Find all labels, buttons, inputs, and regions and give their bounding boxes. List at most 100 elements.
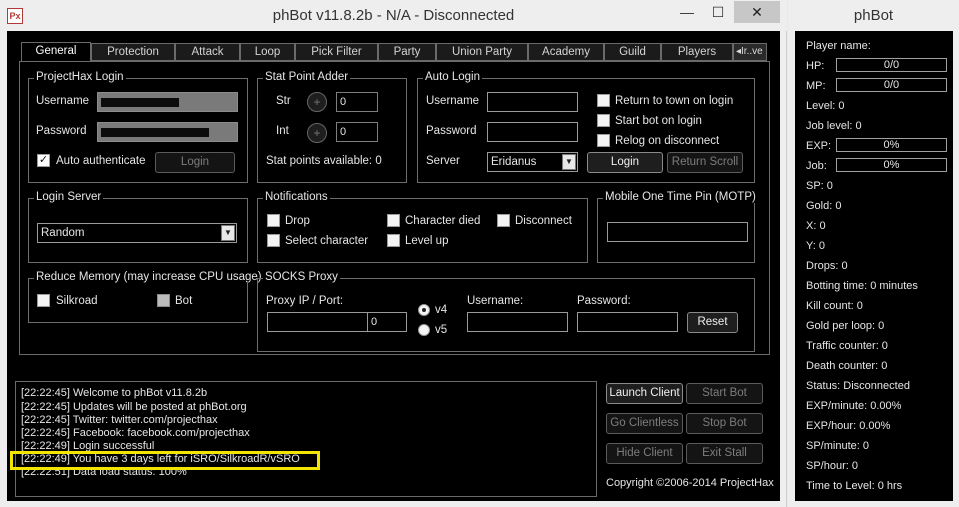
- str-plus-button[interactable]: +: [307, 92, 327, 112]
- sp-hour-stat: SP/hour: 0: [806, 460, 858, 472]
- ph-password-label: Password: [36, 125, 87, 137]
- motp-legend: Mobile One Time Pin (MOTP): [603, 191, 758, 203]
- go-clientless-button[interactable]: Go Clientless: [606, 413, 683, 434]
- x-stat: X: 0: [806, 220, 826, 232]
- proxy-username-input[interactable]: [467, 312, 568, 332]
- stat-points-available: Stat points available: 0: [266, 155, 382, 167]
- login-server-legend: Login Server: [34, 191, 104, 203]
- tab-general[interactable]: General: [21, 42, 91, 62]
- minimize-button[interactable]: —: [672, 1, 702, 23]
- hp-label: HP:: [806, 60, 825, 72]
- notifications-legend: Notifications: [263, 191, 330, 203]
- log-line: [22:22:45] Updates will be posted at phB…: [21, 401, 247, 413]
- return-scroll-button[interactable]: Return Scroll: [667, 152, 743, 173]
- tab-guild[interactable]: Guild: [604, 43, 661, 61]
- close-button[interactable]: ✕: [734, 1, 780, 23]
- mp-label: MP:: [806, 80, 826, 92]
- login-server-select[interactable]: Random ▼: [37, 223, 237, 243]
- stop-bot-button[interactable]: Stop Bot: [686, 413, 763, 434]
- al-login-button[interactable]: Login: [587, 152, 663, 173]
- proxy-ip-input[interactable]: [267, 312, 368, 332]
- proxy-password-input[interactable]: [577, 312, 678, 332]
- disconnect-label: Disconnect: [515, 215, 572, 227]
- reset-button[interactable]: Reset: [687, 312, 738, 333]
- ph-login-button[interactable]: Login: [155, 152, 235, 173]
- proxy-password-label: Password:: [577, 295, 631, 307]
- al-password-label: Password: [426, 125, 477, 137]
- start-bot-button[interactable]: Start Bot: [686, 383, 763, 404]
- character-died-label: Character died: [405, 215, 481, 227]
- status-stat: Status: Disconnected: [806, 380, 910, 392]
- redacted-text: [101, 98, 179, 107]
- stat-point-legend: Stat Point Adder: [263, 71, 351, 83]
- tab-party[interactable]: Party: [378, 43, 436, 61]
- tab-scroll-left-button[interactable]: ◂Ir..ve: [733, 43, 767, 61]
- tab-loop[interactable]: Loop: [240, 43, 295, 61]
- y-stat: Y: 0: [806, 240, 825, 252]
- motp-input[interactable]: [607, 222, 748, 242]
- death-counter-stat: Death counter: 0: [806, 360, 888, 372]
- chevron-down-icon: ▼: [562, 154, 576, 170]
- drop-checkbox[interactable]: [267, 214, 280, 227]
- socks-proxy-legend: SOCKS Proxy: [263, 271, 340, 283]
- al-username-label: Username: [426, 95, 480, 107]
- tab-union-party[interactable]: Union Party: [436, 43, 528, 61]
- copyright-text: Copyright ©2006-2014 ProjectHax: [606, 477, 774, 489]
- tab-attack[interactable]: Attack: [175, 43, 240, 61]
- al-username-input[interactable]: [487, 92, 578, 112]
- hide-client-button[interactable]: Hide Client: [606, 443, 683, 464]
- str-label: Str: [276, 95, 291, 107]
- traffic-counter-stat: Traffic counter: 0: [806, 340, 888, 352]
- server-select-value: Eridanus: [491, 156, 537, 168]
- level-stat: Level: 0: [806, 100, 845, 112]
- exp-hour-stat: EXP/hour: 0.00%: [806, 420, 891, 432]
- gold-per-loop-stat: Gold per loop: 0: [806, 320, 885, 332]
- int-plus-button[interactable]: +: [307, 123, 327, 143]
- auto-authenticate-checkbox[interactable]: ✓: [37, 154, 50, 167]
- log-line: [22:22:45] Facebook: facebook.com/projec…: [21, 427, 250, 439]
- relog-label: Relog on disconnect: [615, 135, 720, 147]
- log-line: [22:22:45] Twitter: twitter.com/projecth…: [21, 414, 218, 426]
- redacted-text: [101, 128, 209, 137]
- silkroad-memory-checkbox[interactable]: [37, 294, 50, 307]
- silkroad-memory-label: Silkroad: [56, 295, 98, 307]
- log-highlight-box: [10, 451, 320, 470]
- al-password-input[interactable]: [487, 122, 578, 142]
- level-up-checkbox[interactable]: [387, 234, 400, 247]
- maximize-button[interactable]: ☐: [703, 1, 733, 23]
- launch-client-button[interactable]: Launch Client: [606, 383, 683, 404]
- sp-stat: SP: 0: [806, 180, 833, 192]
- exp-label: EXP:: [806, 140, 832, 152]
- int-input[interactable]: 0: [336, 122, 378, 142]
- reduce-memory-legend: Reduce Memory (may increase CPU usage): [34, 271, 264, 283]
- str-input[interactable]: 0: [336, 92, 378, 112]
- side-window-title: phBot: [853, 7, 894, 24]
- gold-stat: Gold: 0: [806, 200, 842, 212]
- exp-bar: 0%: [836, 138, 947, 152]
- al-server-label: Server: [426, 155, 460, 167]
- proxy-username-label: Username:: [467, 295, 524, 307]
- v4-radio[interactable]: [418, 304, 430, 316]
- ph-password-input[interactable]: [97, 122, 238, 142]
- character-died-checkbox[interactable]: [387, 214, 400, 227]
- auto-authenticate-label: Auto authenticate: [56, 155, 146, 167]
- bot-memory-checkbox[interactable]: [157, 294, 170, 307]
- job-label: Job:: [806, 160, 827, 172]
- projecthax-login-legend: ProjectHax Login: [34, 71, 126, 83]
- relog-checkbox[interactable]: [597, 134, 610, 147]
- exit-stall-button[interactable]: Exit Stall: [686, 443, 763, 464]
- proxy-port-input[interactable]: 0: [367, 312, 407, 332]
- tab-protection[interactable]: Protection: [91, 43, 175, 61]
- start-bot-login-checkbox[interactable]: [597, 114, 610, 127]
- disconnect-checkbox[interactable]: [497, 214, 510, 227]
- ph-username-input[interactable]: [97, 92, 238, 112]
- select-character-checkbox[interactable]: [267, 234, 280, 247]
- tab-academy[interactable]: Academy: [528, 43, 604, 61]
- tab-players[interactable]: Players: [661, 43, 733, 61]
- drop-label: Drop: [285, 215, 310, 227]
- job-bar: 0%: [836, 158, 947, 172]
- v5-radio[interactable]: [418, 324, 430, 336]
- server-select[interactable]: Eridanus ▼: [487, 152, 578, 172]
- tab-pick-filter[interactable]: Pick Filter: [295, 43, 378, 61]
- return-town-checkbox[interactable]: [597, 94, 610, 107]
